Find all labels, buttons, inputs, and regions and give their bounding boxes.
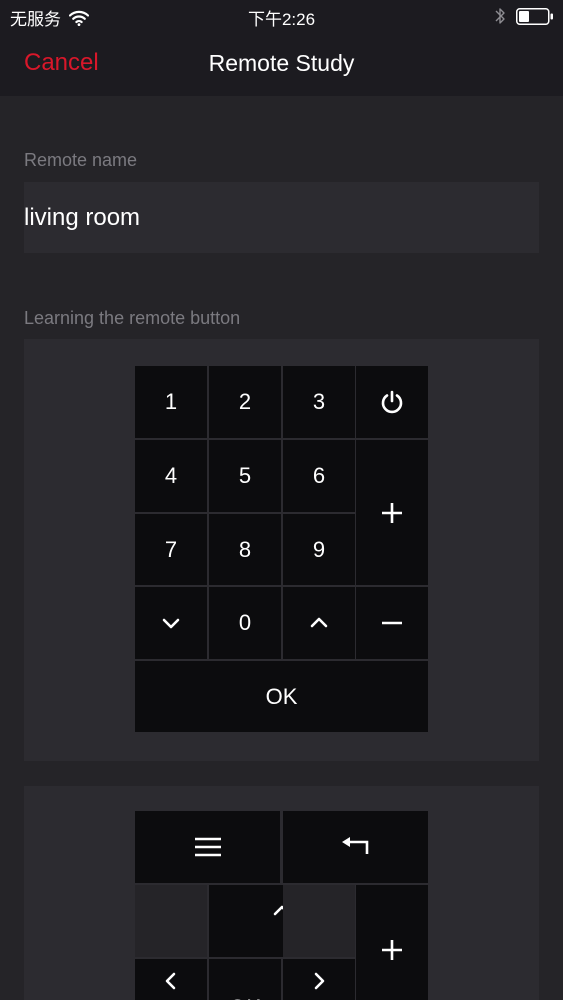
digit-5-button[interactable]: 5 [209, 440, 281, 512]
power-icon [381, 390, 403, 414]
chevron-up-icon [310, 617, 328, 628]
channel-up-button[interactable] [283, 587, 355, 659]
digit-6-button[interactable]: 6 [283, 440, 355, 512]
digit-0-button[interactable]: 0 [209, 587, 281, 659]
bluetooth-icon [495, 8, 505, 24]
chevron-down-icon [162, 618, 180, 629]
learning-section-label: Learning the remote button [24, 308, 241, 328]
digit-2-button[interactable]: 2 [209, 366, 281, 438]
center-ok-button[interactable]: OK [209, 959, 281, 1000]
power-button[interactable] [356, 366, 428, 438]
status-bar: 无服务 下午2:26 [0, 0, 563, 32]
menu-button[interactable] [135, 811, 280, 883]
plus-button[interactable] [356, 885, 428, 1000]
digit-1-button[interactable]: 1 [135, 366, 207, 438]
chevron-left-icon [165, 972, 176, 990]
chevron-right-icon [314, 972, 325, 990]
remote-study-screen: 无服务 下午2:26 Cancel Remote Study Remote na… [0, 0, 563, 1000]
volume-down-button[interactable] [356, 587, 428, 659]
volume-up-button[interactable] [356, 440, 428, 585]
empty-slot [283, 885, 355, 957]
digit-3-button[interactable]: 3 [283, 366, 355, 438]
return-icon [341, 837, 368, 854]
back-button[interactable] [283, 811, 428, 883]
right-button[interactable] [283, 959, 355, 1000]
plus-icon [382, 502, 402, 523]
menu-icon [194, 837, 221, 857]
left-button[interactable] [135, 959, 207, 1000]
navigation-pad: OK [135, 811, 428, 1000]
remote-name-label: Remote name [24, 150, 138, 170]
minus-icon [382, 621, 402, 625]
digit-7-button[interactable]: 7 [135, 514, 207, 585]
status-time: 下午2:26 [247, 10, 316, 29]
digit-8-button[interactable]: 8 [209, 514, 281, 585]
ok-button[interactable]: OK [135, 661, 428, 732]
page-title: Remote Study [208, 50, 355, 76]
digit-4-button[interactable]: 4 [135, 440, 207, 512]
channel-down-button[interactable] [135, 587, 207, 659]
empty-slot [135, 885, 207, 957]
plus-icon [382, 939, 402, 960]
battery-icon [516, 8, 553, 25]
navigation-bar: Cancel Remote Study [0, 32, 563, 96]
numeric-keypad: 1 2 3 4 5 6 7 8 9 0 OK [135, 366, 428, 732]
digit-9-button[interactable]: 9 [283, 514, 355, 585]
remote-name-input[interactable] [24, 182, 539, 253]
